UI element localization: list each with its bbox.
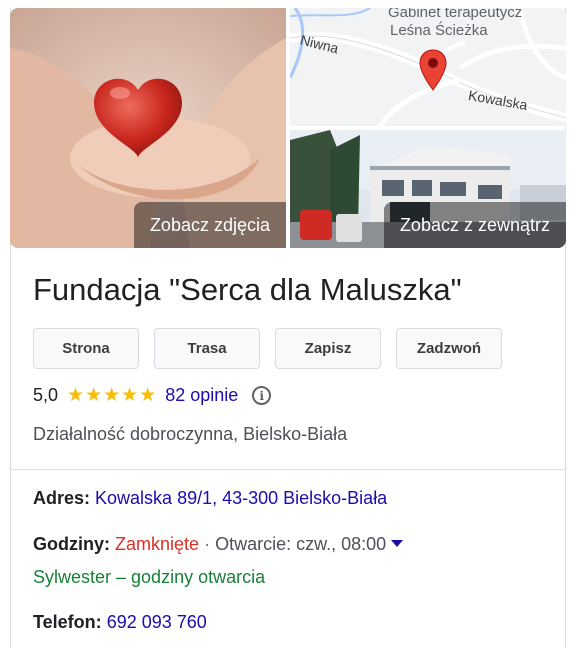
hours-separator: · bbox=[204, 534, 211, 554]
directions-button[interactable]: Trasa bbox=[154, 328, 260, 369]
info-icon[interactable]: i bbox=[252, 386, 272, 405]
hours-row: Godziny: Zamknięte · Otwarcie: czw., 08:… bbox=[33, 534, 404, 555]
map-pin-icon bbox=[419, 49, 447, 91]
phone-link[interactable]: 692 093 760 bbox=[107, 612, 207, 632]
rating-value: 5,0 bbox=[33, 385, 59, 405]
reviews-link[interactable]: 82 opinie bbox=[165, 385, 238, 406]
media-grid: Zobacz zdjęcia Gabinet terapeutycz Leśna… bbox=[10, 8, 566, 248]
business-category: Działalność dobroczynna, Bielsko-Biała bbox=[33, 424, 348, 444]
street-view-tile[interactable]: Zobacz z zewnątrz bbox=[290, 130, 566, 248]
address-link[interactable]: Kowalska 89/1, 43-300 Bielsko-Biała bbox=[95, 488, 387, 508]
star-rating-icon: ★★★★★ bbox=[67, 385, 158, 406]
business-name: Fundacja "Serca dla Maluszka" bbox=[33, 272, 462, 307]
view-photos-button[interactable]: Zobacz zdjęcia bbox=[133, 202, 286, 248]
divider bbox=[11, 469, 565, 470]
phone-row: Telefon: 692 093 760 bbox=[33, 612, 207, 633]
website-button[interactable]: Strona bbox=[33, 328, 139, 369]
map-place-label-2: Leśna Ścieżka bbox=[390, 22, 488, 39]
save-button[interactable]: Zapisz bbox=[275, 328, 381, 369]
view-outside-button[interactable]: Zobacz z zewnątrz bbox=[383, 202, 566, 248]
map-place-label: Gabinet terapeutycz bbox=[388, 8, 523, 21]
hours-status: Zamknięte bbox=[115, 534, 200, 554]
phone-label: Telefon: bbox=[33, 612, 102, 632]
address-row: Adres: Kowalska 89/1, 43-300 Bielsko-Bia… bbox=[33, 488, 387, 509]
hours-label: Godziny: bbox=[33, 534, 110, 554]
address-label: Adres: bbox=[33, 488, 91, 508]
map-tile[interactable]: Gabinet terapeutycz Leśna Ścieżka Niwna … bbox=[290, 8, 566, 126]
chevron-down-icon[interactable] bbox=[391, 539, 404, 547]
hours-next-open[interactable]: Otwarcie: czw., 08:00 bbox=[215, 534, 386, 554]
action-buttons: Strona Trasa Zapisz Zadzwoń bbox=[33, 328, 502, 369]
call-button[interactable]: Zadzwoń bbox=[396, 328, 502, 369]
rating-row: 5,0 ★★★★★ 82 opinie i bbox=[33, 384, 272, 407]
photos-tile[interactable]: Zobacz zdjęcia bbox=[10, 8, 286, 248]
holiday-hours-link[interactable]: Sylwester – godziny otwarcia bbox=[33, 567, 265, 588]
